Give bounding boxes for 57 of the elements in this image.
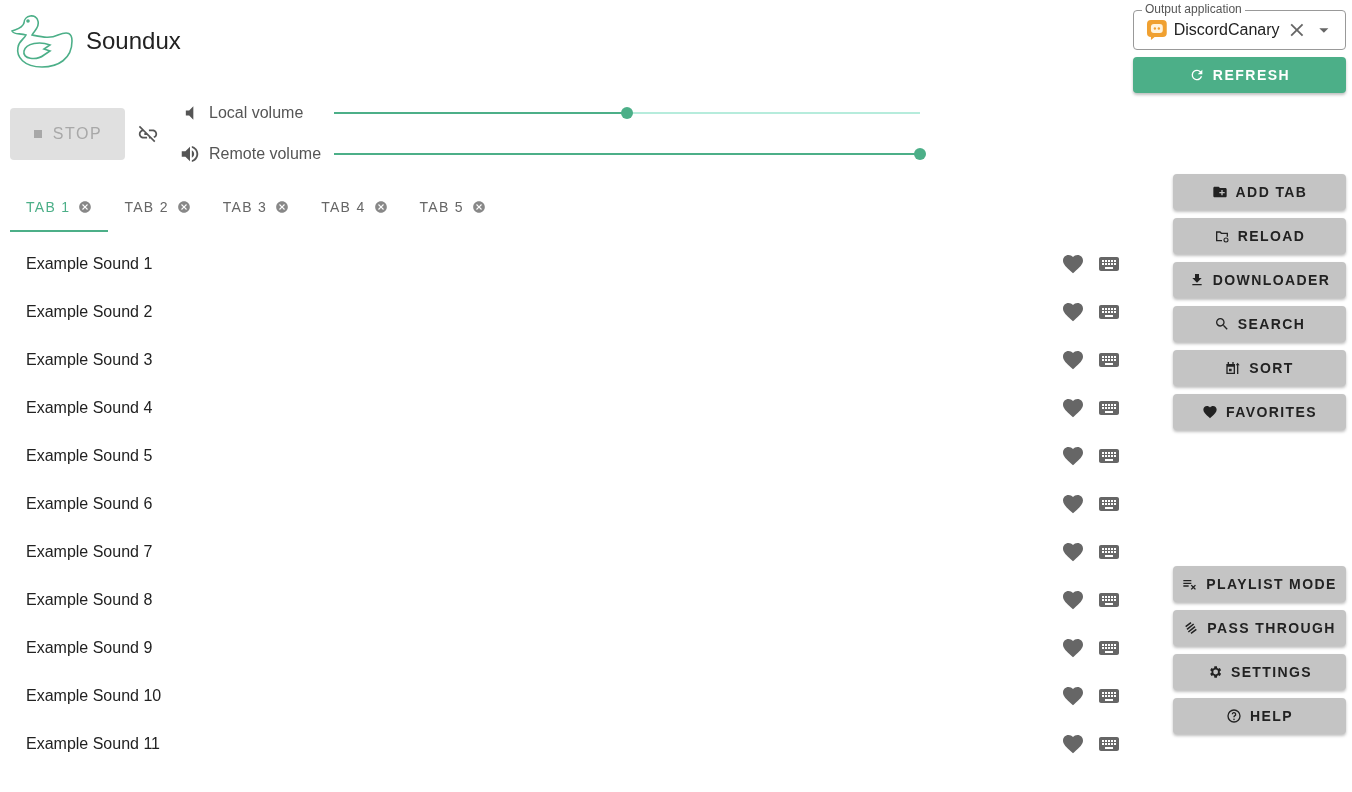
close-icon[interactable] <box>176 200 191 214</box>
sound-name[interactable]: Example Sound 11 <box>26 735 1049 753</box>
sound-name[interactable]: Example Sound 8 <box>26 591 1049 609</box>
heart-icon[interactable] <box>1061 252 1085 276</box>
action-button[interactable]: FAVORITES <box>1173 394 1346 430</box>
action-button[interactable]: SORT <box>1173 350 1346 386</box>
volume-label: Local volume <box>209 104 305 122</box>
tab[interactable]: TAB 2 <box>108 184 207 232</box>
slider-thumb[interactable] <box>621 107 633 119</box>
help-icon <box>1226 708 1242 724</box>
heart-icon[interactable] <box>1061 732 1085 756</box>
app-title: Soundux <box>86 27 181 55</box>
action-button[interactable]: SETTINGS <box>1173 654 1346 690</box>
volume-label: Remote volume <box>209 145 323 163</box>
heart-icon[interactable] <box>1061 588 1085 612</box>
close-icon[interactable] <box>78 200 93 214</box>
heart-icon[interactable] <box>1061 492 1085 516</box>
action-button[interactable]: SEARCH <box>1173 306 1346 342</box>
sound-name[interactable]: Example Sound 2 <box>26 303 1049 321</box>
heart-icon <box>1202 404 1219 420</box>
sound-name[interactable]: Example Sound 7 <box>26 543 1049 561</box>
close-icon[interactable] <box>275 200 290 214</box>
close-icon[interactable] <box>471 200 486 214</box>
sound-name[interactable]: Example Sound 1 <box>26 255 1049 273</box>
sound-name[interactable]: Example Sound 5 <box>26 447 1049 465</box>
sound-name[interactable]: Example Sound 6 <box>26 495 1049 513</box>
close-icon[interactable] <box>373 200 388 214</box>
heart-icon[interactable] <box>1061 396 1085 420</box>
heart-icon[interactable] <box>1061 636 1085 660</box>
action-button[interactable]: PLAYLIST MODE <box>1173 566 1346 602</box>
heart-icon[interactable] <box>1061 540 1085 564</box>
heart-icon[interactable] <box>1061 444 1085 468</box>
sound-name[interactable]: Example Sound 10 <box>26 687 1049 705</box>
heart-icon[interactable] <box>1061 348 1085 372</box>
action-button[interactable]: RELOAD <box>1173 218 1346 254</box>
action-button[interactable]: ADD TAB <box>1173 174 1346 210</box>
heart-icon[interactable] <box>1061 300 1085 324</box>
search-icon <box>1213 316 1230 332</box>
field-label: Output application <box>1142 2 1245 16</box>
tab[interactable]: TAB 4 <box>305 184 404 232</box>
folder-reload-icon <box>1213 228 1230 244</box>
tab[interactable]: TAB 3 <box>206 184 306 232</box>
action-button[interactable]: DOWNLOADER <box>1173 262 1346 298</box>
speaker-high-icon <box>179 143 201 165</box>
sound-name[interactable]: Example Sound 9 <box>26 639 1049 657</box>
action-button[interactable]: HELP <box>1173 698 1346 734</box>
folder-plus-icon <box>1211 184 1228 200</box>
sound-name[interactable]: Example Sound 3 <box>26 351 1049 369</box>
calendar-sort-icon <box>1225 360 1242 376</box>
stop-icon <box>32 128 43 139</box>
select-value: DiscordCanary <box>1173 21 1280 39</box>
action-button[interactable]: PASS THROUGH <box>1173 610 1346 646</box>
sound-name[interactable]: Example Sound 4 <box>26 399 1049 417</box>
heart-icon[interactable] <box>1061 684 1085 708</box>
tab[interactable]: TAB 5 <box>403 184 502 232</box>
chat-bubble-icon <box>1146 19 1168 41</box>
slider-thumb[interactable] <box>914 148 926 160</box>
